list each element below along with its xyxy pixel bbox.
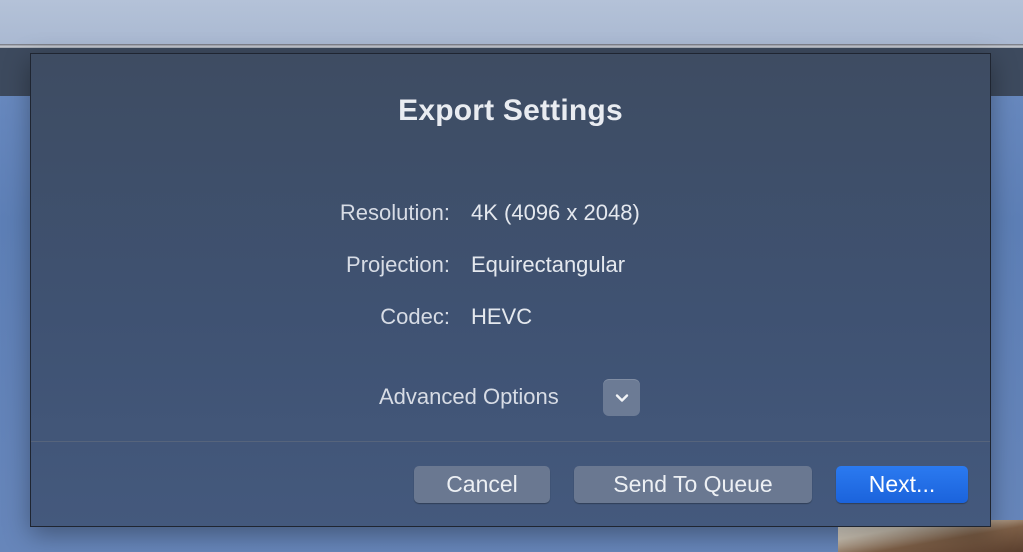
projection-value: Equirectangular	[471, 252, 626, 277]
resolution-value: 4K (4096 x 2048)	[471, 200, 640, 225]
codec-value: HEVC	[471, 304, 533, 329]
cancel-button[interactable]: Cancel	[414, 466, 550, 503]
footer-divider	[31, 441, 990, 442]
projection-row: Projection: Equirectangular	[31, 252, 990, 282]
export-settings-dialog: Export Settings Resolution: 4K (4096 x 2…	[30, 53, 991, 527]
advanced-options: Advanced Options	[31, 379, 990, 419]
codec-label: Codec:	[380, 304, 450, 329]
projection-label: Projection:	[346, 252, 450, 277]
send-to-queue-button[interactable]: Send To Queue	[574, 466, 812, 503]
codec-row: Codec: HEVC	[31, 304, 990, 334]
next-button[interactable]: Next...	[836, 466, 968, 503]
advanced-options-label: Advanced Options	[379, 384, 559, 409]
resolution-row: Resolution: 4K (4096 x 2048)	[31, 200, 990, 230]
dialog-title: Export Settings	[398, 94, 623, 127]
advanced-options-toggle[interactable]	[603, 379, 640, 416]
top-window-area	[0, 0, 1023, 44]
chevron-down-icon	[615, 393, 629, 403]
resolution-label: Resolution:	[339, 200, 450, 225]
